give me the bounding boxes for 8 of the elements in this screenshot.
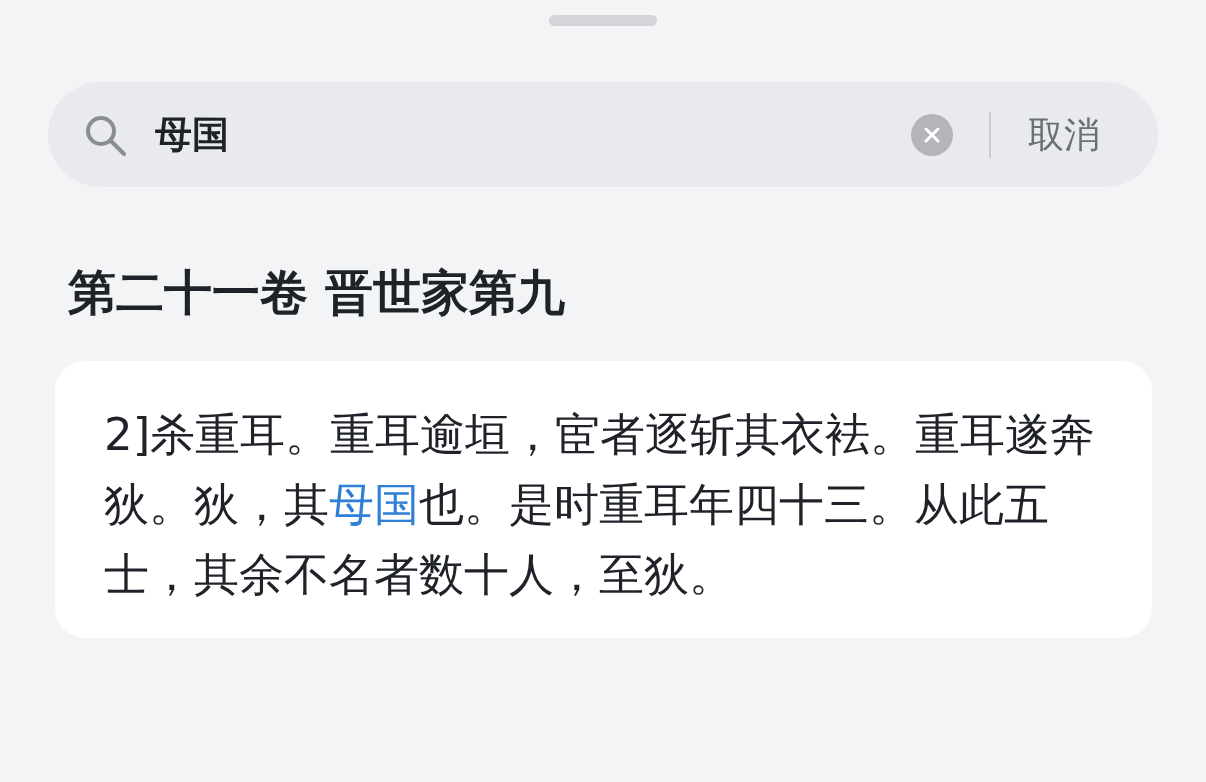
clear-button[interactable] <box>911 113 953 156</box>
close-icon <box>924 126 940 143</box>
search-icon <box>84 113 126 156</box>
cancel-button[interactable]: 取消 <box>1028 112 1100 157</box>
drag-handle[interactable] <box>549 15 657 26</box>
section-title: 第二十一卷 晋世家第九 <box>68 263 565 322</box>
search-field[interactable]: 母国 取消 <box>48 82 1158 187</box>
result-text[interactable]: 2]杀重耳。重耳逾垣，宦者逐斩其衣袪。重耳遂奔狄。狄，其母国也。是时重耳年四十三。从此五士，其余不名者数十人，至狄。 <box>104 400 1108 610</box>
